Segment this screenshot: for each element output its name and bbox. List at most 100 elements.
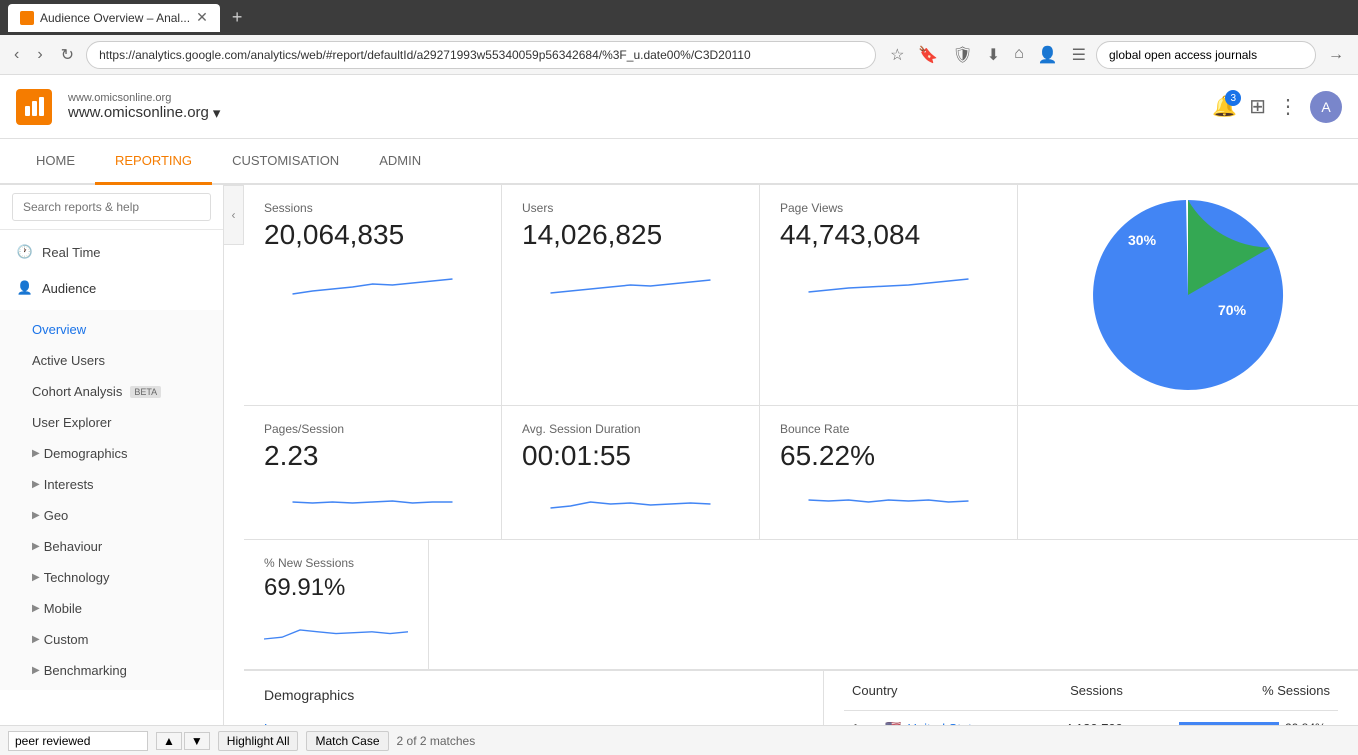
browser-tab[interactable]: Audience Overview – Anal... ✕ xyxy=(8,4,220,32)
beta-badge: BETA xyxy=(130,386,161,398)
new-tab-button[interactable]: + xyxy=(226,7,249,28)
browser-search-input[interactable] xyxy=(1096,41,1316,69)
sidebar-item-active-users[interactable]: Active Users xyxy=(0,345,223,376)
sidebar-item-overview[interactable]: Overview xyxy=(0,314,223,345)
metric-avg-session-duration: Avg. Session Duration 00:01:55 xyxy=(502,406,760,539)
sidebar-custom-label: Custom xyxy=(44,632,89,647)
sidebar-mobile-label: Mobile xyxy=(44,601,82,616)
tab-title: Audience Overview – Anal... xyxy=(40,11,190,25)
browser-nav: ‹ › ↻ ☆ 🔖 🛡 ⬇ ⌂ 👤 ☰ → xyxy=(0,35,1358,75)
nav-tabs: HOME REPORTING CUSTOMISATION ADMIN xyxy=(0,139,1358,185)
nav-icons: ☆ 🔖 🛡 ⬇ ⌂ 👤 ☰ xyxy=(886,43,1090,67)
sidebar-behaviour-label: Behaviour xyxy=(44,539,103,554)
metric-pageviews: Page Views 44,743,084 xyxy=(760,185,1018,405)
expand-arrow-icon: ▶ xyxy=(32,448,40,459)
sidebar-item-audience[interactable]: 👤 Audience xyxy=(0,270,223,306)
more-options-icon[interactable]: ⋮ xyxy=(1278,94,1298,119)
shield-icon[interactable]: 🛡 xyxy=(948,43,976,67)
avg-duration-label: Avg. Session Duration xyxy=(522,422,739,436)
tab-home[interactable]: HOME xyxy=(16,139,95,185)
sidebar-section-realtime: 🕐 Real Time 👤 Audience xyxy=(0,230,223,310)
sidebar-item-interests[interactable]: ▶ Interests xyxy=(0,469,223,500)
sidebar-item-benchmarking[interactable]: ▶ Benchmarking xyxy=(0,655,223,686)
new-sessions-label: % New Sessions xyxy=(264,556,408,570)
sidebar-item-mobile[interactable]: ▶ Mobile xyxy=(0,593,223,624)
app-header: www.omicsonline.org www.omicsonline.org … xyxy=(0,75,1358,139)
bottom-search-bar: ▲ ▼ Highlight All Match Case 2 of 2 matc… xyxy=(0,725,1358,755)
expand-arrow-icon: ▶ xyxy=(32,510,40,521)
new-sessions-value: 69.91% xyxy=(264,574,408,602)
download-icon[interactable]: ⬇ xyxy=(983,43,1004,67)
duration-chart xyxy=(522,480,739,520)
sidebar-interests-label: Interests xyxy=(44,477,94,492)
tab-close-icon[interactable]: ✕ xyxy=(196,9,208,26)
apps-icon[interactable]: ⊞ xyxy=(1249,94,1266,119)
sidebar-item-geo[interactable]: ▶ Geo xyxy=(0,500,223,531)
expand-arrow-icon: ▶ xyxy=(32,665,40,676)
forward-button[interactable]: › xyxy=(31,42,48,68)
bounce-chart xyxy=(780,480,997,520)
sidebar-item-realtime[interactable]: 🕐 Real Time xyxy=(0,234,223,270)
sidebar-item-technology[interactable]: ▶ Technology xyxy=(0,562,223,593)
sidebar-geo-label: Geo xyxy=(44,508,69,523)
new-sessions-chart xyxy=(264,610,408,650)
metrics-row-3: % New Sessions 69.91% xyxy=(244,540,1358,670)
sidebar-audience-subitems: Overview Active Users Cohort Analysis BE… xyxy=(0,310,223,690)
tab-admin[interactable]: ADMIN xyxy=(359,139,441,185)
country-col-header: Country xyxy=(844,671,1039,711)
sidebar-user-explorer-label: User Explorer xyxy=(32,415,111,430)
notification-badge: 3 xyxy=(1225,90,1241,106)
star-icon[interactable]: ☆ xyxy=(886,43,908,67)
user-icon[interactable]: 👤 xyxy=(1034,43,1062,67)
svg-text:70%: 70% xyxy=(1218,302,1247,318)
find-prev-button[interactable]: ▲ xyxy=(156,732,182,750)
metric-pages-per-session: Pages/Session 2.23 xyxy=(244,406,502,539)
sidebar-overview-label: Overview xyxy=(32,322,86,337)
match-case-button[interactable]: Match Case xyxy=(306,731,388,751)
expand-arrow-icon: ▶ xyxy=(32,572,40,583)
site-name[interactable]: www.omicsonline.org ▾ xyxy=(68,104,1196,122)
menu-icon[interactable]: ☰ xyxy=(1068,43,1090,67)
find-next-button[interactable]: ▼ xyxy=(184,732,210,750)
pie-chart: 70% 30% xyxy=(1088,195,1288,395)
sessions-value: 20,064,835 xyxy=(264,219,481,251)
users-value: 14,026,825 xyxy=(522,219,739,251)
bookmark-icon[interactable]: 🔖 xyxy=(914,43,942,67)
sidebar-item-behaviour[interactable]: ▶ Behaviour xyxy=(0,531,223,562)
highlight-all-button[interactable]: Highlight All xyxy=(218,731,299,751)
demographics-header: Demographics xyxy=(244,671,823,711)
sidebar-realtime-label: Real Time xyxy=(42,245,101,260)
sidebar-item-user-explorer[interactable]: User Explorer xyxy=(0,407,223,438)
pie-chart-area: 70% 30% xyxy=(1018,185,1358,405)
ga-logo xyxy=(16,89,52,125)
sidebar-item-demographics[interactable]: ▶ Demographics xyxy=(0,438,223,469)
avatar[interactable]: A xyxy=(1310,91,1342,123)
refresh-button[interactable]: ↻ xyxy=(55,41,80,69)
home-icon[interactable]: ⌂ xyxy=(1010,43,1028,67)
pages-per-session-label: Pages/Session xyxy=(264,422,481,436)
bounce-rate-value: 65.22% xyxy=(780,440,997,472)
sidebar-search-input[interactable] xyxy=(12,193,211,221)
sidebar-item-custom[interactable]: ▶ Custom xyxy=(0,624,223,655)
sessions-label: Sessions xyxy=(264,201,481,215)
metric-bounce-rate: Bounce Rate 65.22% xyxy=(760,406,1018,539)
users-label: Users xyxy=(522,201,739,215)
sidebar-item-cohort-analysis[interactable]: Cohort Analysis BETA xyxy=(0,376,223,407)
users-chart xyxy=(522,259,739,299)
search-go-button[interactable]: → xyxy=(1322,42,1350,68)
tab-reporting[interactable]: REPORTING xyxy=(95,139,212,185)
find-input[interactable] xyxy=(8,731,148,751)
spacer xyxy=(1018,406,1358,539)
pageviews-value: 44,743,084 xyxy=(780,219,997,251)
bounce-rate-label: Bounce Rate xyxy=(780,422,997,436)
back-button[interactable]: ‹ xyxy=(8,42,25,68)
address-bar[interactable] xyxy=(86,41,876,69)
notifications-icon[interactable]: 🔔 3 xyxy=(1212,94,1237,119)
tab-customisation[interactable]: CUSTOMISATION xyxy=(212,139,359,185)
sidebar-collapse-button[interactable]: ‹ xyxy=(224,185,244,245)
expand-arrow-icon: ▶ xyxy=(32,541,40,552)
metric-sessions: Sessions 20,064,835 xyxy=(244,185,502,405)
sidebar-technology-label: Technology xyxy=(44,570,110,585)
metric-new-sessions: % New Sessions 69.91% xyxy=(244,540,429,669)
expand-arrow-icon: ▶ xyxy=(32,479,40,490)
